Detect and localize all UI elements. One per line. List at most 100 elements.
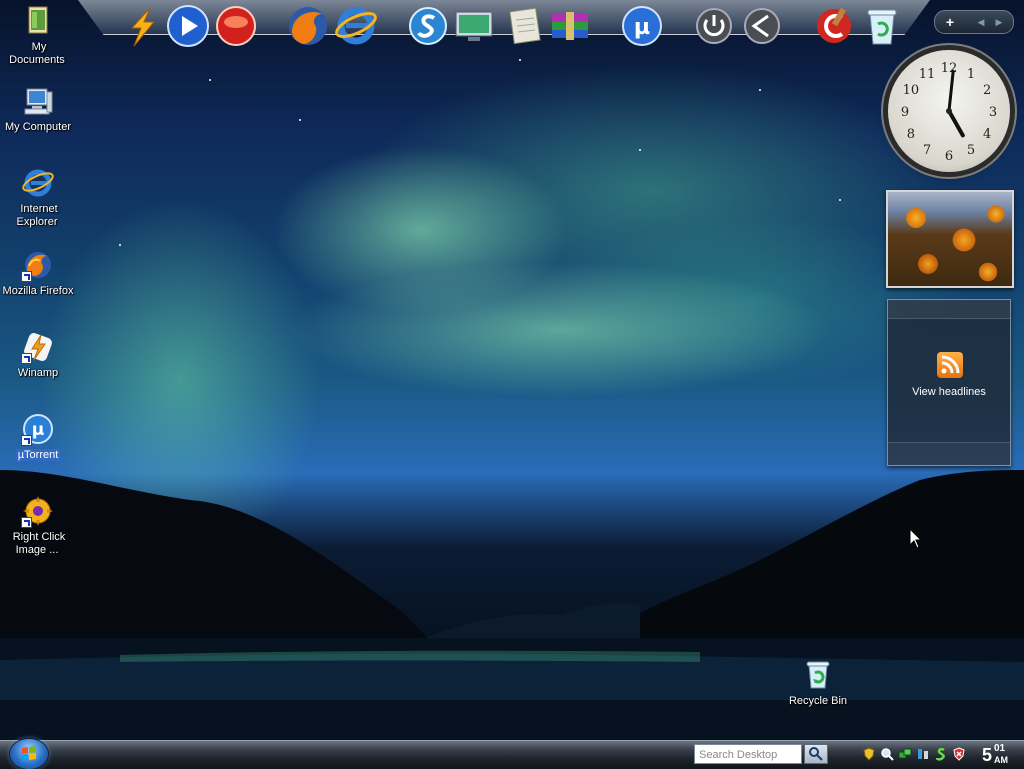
windows-orb-icon	[22, 746, 36, 761]
dock-item-skype[interactable]	[406, 4, 450, 48]
taskbar: Search Desktop 5 01 AM	[0, 739, 1024, 769]
slideshow-gadget[interactable]	[886, 190, 1014, 288]
previous-gadgets-button[interactable]: ◀	[973, 14, 989, 30]
dock-item-display[interactable]	[452, 4, 496, 48]
right-click-image-resizer-icon	[21, 494, 55, 528]
desktop-icon-right-click-image-resizer[interactable]: Right Click Image ...	[0, 494, 76, 557]
utorrent-icon: µ	[622, 6, 662, 46]
system-tray	[858, 745, 972, 765]
recycle-bin-icon	[801, 658, 835, 692]
clock-numeral: 11	[919, 67, 936, 82]
next-gadgets-button[interactable]: ▶	[991, 14, 1007, 30]
skype-icon	[409, 7, 447, 45]
desktop[interactable]: My Documents My Computer Internet Explor…	[0, 0, 1024, 740]
internet-explorer-icon	[335, 7, 377, 45]
dock-item-internet-explorer[interactable]	[334, 4, 378, 48]
media-player-play-icon	[167, 5, 209, 47]
desktop-icon-label: My Computer	[4, 121, 72, 133]
clock-numeral: 12	[941, 61, 958, 76]
rss-feed-icon	[937, 352, 963, 378]
dock-item-back[interactable]	[740, 4, 784, 48]
internet-explorer-icon	[21, 166, 55, 200]
desktop-icon-label: Right Click Image ...	[12, 531, 66, 556]
shortcut-arrow-icon	[21, 517, 32, 528]
desktop-icon-label: Recycle Bin	[788, 695, 848, 707]
desktop-icon-label: Mozilla Firefox	[2, 285, 74, 297]
clock-numeral: 6	[945, 149, 953, 164]
feed-footer	[888, 442, 1010, 465]
media-center-icon	[216, 6, 256, 46]
desktop-icon-my-documents[interactable]: My Documents	[0, 4, 76, 67]
volume-icon[interactable]	[916, 747, 930, 761]
desktop-icon-utorrent[interactable]: µ µTorrent	[0, 412, 76, 462]
shortcut-arrow-icon	[21, 353, 32, 364]
minute-hand	[947, 69, 955, 113]
search-magnifier-icon[interactable]	[880, 747, 894, 761]
desktop-icon-recycle-bin[interactable]: Recycle Bin	[780, 658, 856, 708]
desktop-icon-label: Winamp	[17, 367, 59, 379]
winamp-icon	[21, 330, 55, 364]
security-center-icon[interactable]	[952, 747, 966, 761]
clock-gadget[interactable]: 12 1 2 3 4 5 6 7 8 9 10 11	[888, 50, 1010, 172]
desktop-icon-mozilla-firefox[interactable]: Mozilla Firefox	[0, 248, 76, 298]
clock-numeral: 1	[967, 67, 975, 82]
back-arrow-icon	[744, 8, 780, 44]
feed-header	[888, 300, 1010, 319]
clock-numeral: 7	[923, 143, 931, 158]
mouse-pointer-icon	[909, 527, 923, 550]
dock-item-shutdown[interactable]	[692, 4, 736, 48]
dock-item-winamp[interactable]	[120, 4, 164, 48]
start-button[interactable]	[10, 739, 48, 769]
desktop-icon-winamp[interactable]: Winamp	[0, 330, 76, 380]
desktop-icon-label: My Documents	[9, 41, 65, 66]
ccleaner-icon	[817, 7, 851, 43]
aurora-wallpaper	[0, 0, 1024, 740]
winamp-lightning-icon	[130, 7, 156, 47]
clock-numeral: 9	[901, 105, 909, 120]
folder-documents-icon	[21, 4, 55, 38]
dock-item-utorrent[interactable]: µ	[620, 4, 664, 48]
clock-hour: 5	[982, 745, 993, 765]
clock-numeral: 5	[967, 143, 975, 158]
utorrent-icon: µ	[21, 412, 55, 446]
shortcut-arrow-icon	[21, 435, 32, 446]
dock-item-media-player[interactable]	[166, 4, 210, 48]
search-button[interactable]	[804, 744, 828, 764]
dock-item-ccleaner[interactable]	[812, 4, 856, 48]
desktop-icon-internet-explorer[interactable]: Internet Explorer	[0, 166, 76, 229]
add-gadget-button[interactable]: +	[939, 13, 961, 31]
desktop-icon-my-computer[interactable]: My Computer	[0, 84, 76, 134]
clock-numeral: 3	[989, 105, 997, 120]
clock-numeral: 2	[983, 83, 991, 98]
shortcut-arrow-icon	[21, 271, 32, 282]
search-icon	[809, 747, 823, 761]
firefox-icon	[21, 248, 55, 282]
hour-hand	[947, 109, 965, 138]
clock-minute: 01	[994, 743, 1006, 754]
clock-ampm: AM	[994, 755, 1008, 765]
winrar-books-icon	[552, 12, 588, 40]
computer-icon	[21, 84, 55, 118]
view-headlines-link[interactable]: View headlines	[888, 386, 1010, 398]
dock-item-media-center[interactable]	[214, 4, 258, 48]
feed-headlines-gadget[interactable]: View headlines	[887, 299, 1011, 466]
firefox-icon	[289, 7, 327, 45]
desktop-icon-label: Internet Explorer	[16, 203, 58, 228]
dock-item-notepad[interactable]	[502, 4, 546, 48]
dock-item-winrar[interactable]	[548, 4, 592, 48]
sidebar-toolbar: + ◀ ▶	[934, 10, 1014, 34]
svg-text:µ: µ	[32, 420, 45, 440]
taskbar-clock[interactable]: 5 01 AM	[978, 741, 1022, 769]
search-desktop-input[interactable]: Search Desktop	[694, 744, 802, 764]
power-icon	[696, 8, 732, 44]
desktop-icon-label: µTorrent	[15, 449, 61, 461]
display-monitor-icon	[455, 11, 493, 41]
network-icon[interactable]	[898, 747, 912, 761]
notepad-icon	[509, 7, 541, 45]
skype-status-icon[interactable]	[934, 747, 948, 761]
quick-launch-dock: µ	[78, 0, 930, 47]
svg-text:µ: µ	[634, 15, 650, 40]
dock-item-recycle-bin[interactable]	[860, 4, 904, 48]
security-shield-icon[interactable]	[862, 747, 876, 761]
dock-item-firefox[interactable]	[286, 4, 330, 48]
